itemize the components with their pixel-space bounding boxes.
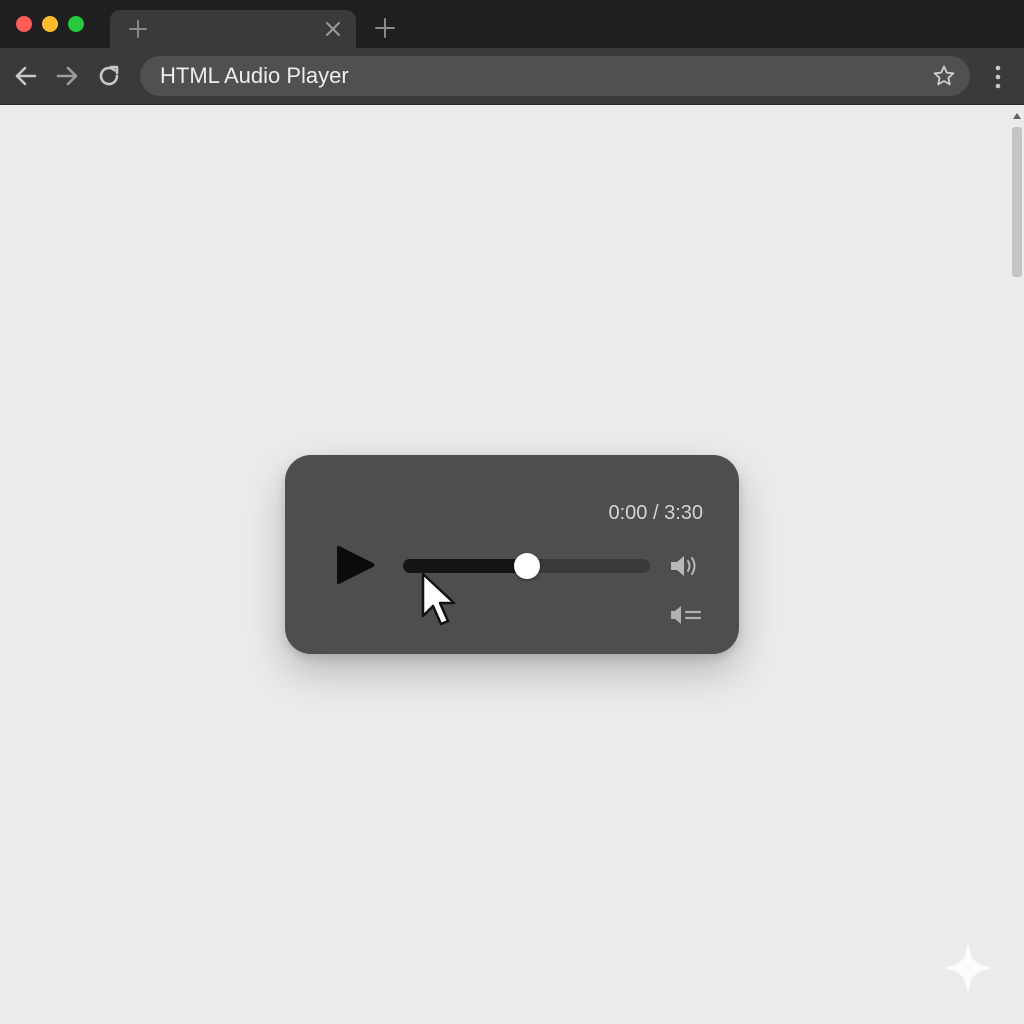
kebab-menu-icon[interactable] — [988, 62, 1008, 92]
address-bar[interactable]: HTML Audio Player — [140, 56, 970, 96]
window-zoom-button[interactable] — [68, 16, 84, 32]
vertical-scrollbar[interactable] — [1010, 105, 1024, 1024]
window-minimize-button[interactable] — [42, 16, 58, 32]
time-display: 0:00 / 3:30 — [608, 502, 703, 524]
browser-tab-active[interactable] — [110, 10, 356, 48]
audio-player: 0:00 / 3:30 — [285, 455, 739, 654]
new-tab-button[interactable] — [374, 17, 396, 39]
speaker-icon[interactable] — [669, 552, 701, 580]
window-close-button[interactable] — [16, 16, 32, 32]
speaker-settings-icon[interactable] — [669, 603, 703, 627]
browser-toolbar: HTML Audio Player — [0, 48, 1024, 105]
arrow-left-icon[interactable] — [12, 62, 40, 90]
reload-icon[interactable] — [95, 62, 123, 90]
scroll-thumb[interactable] — [1012, 127, 1022, 277]
address-bar-text: HTML Audio Player — [160, 63, 349, 88]
star-icon[interactable] — [932, 64, 956, 88]
play-icon — [337, 545, 375, 585]
progress-slider[interactable] — [403, 553, 650, 579]
arrow-right-icon[interactable] — [53, 62, 81, 90]
close-icon[interactable] — [324, 20, 342, 38]
plus-icon — [129, 20, 147, 38]
progress-fill — [403, 559, 527, 573]
play-button[interactable] — [335, 543, 379, 587]
progress-thumb[interactable] — [513, 553, 540, 579]
tab-strip — [0, 0, 1024, 48]
sparkle-icon — [942, 942, 994, 994]
scroll-up-arrow-icon[interactable] — [1013, 113, 1021, 119]
page-content: 0:00 / 3:30 — [0, 105, 1024, 1024]
browser-window: HTML Audio Player 0:00 / 3:30 — [0, 0, 1024, 1024]
